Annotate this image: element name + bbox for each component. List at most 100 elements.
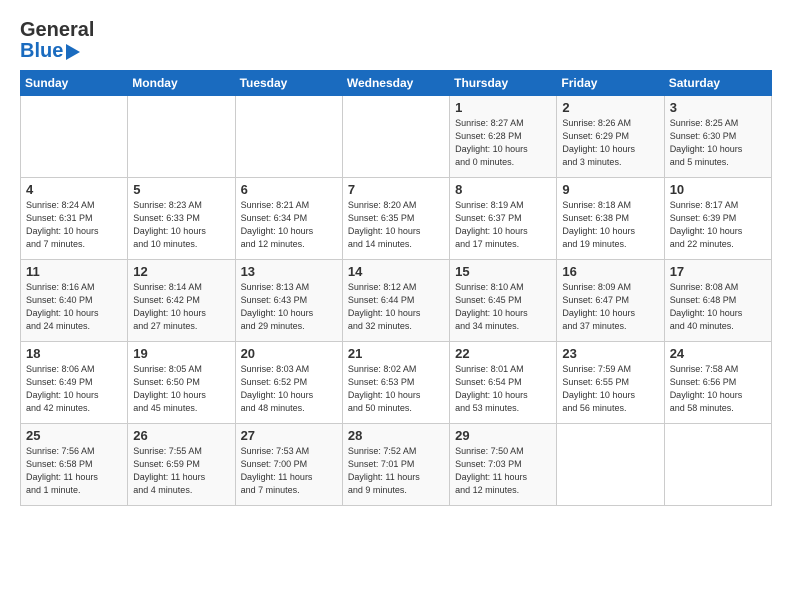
day-number: 20 xyxy=(241,346,337,361)
day-info: Sunrise: 8:01 AM Sunset: 6:54 PM Dayligh… xyxy=(455,363,551,415)
weekday-header-wednesday: Wednesday xyxy=(342,71,449,96)
weekday-header-monday: Monday xyxy=(128,71,235,96)
day-info: Sunrise: 8:23 AM Sunset: 6:33 PM Dayligh… xyxy=(133,199,229,251)
calendar-cell: 16Sunrise: 8:09 AM Sunset: 6:47 PM Dayli… xyxy=(557,260,664,342)
day-number: 28 xyxy=(348,428,444,443)
calendar-cell: 11 Sunrise: 8:16 AM Sunset: 6:40 PM Dayli… xyxy=(21,260,128,342)
calendar-week-1: 1 Sunrise: 8:27 AM Sunset: 6:28 PM Daylig… xyxy=(21,96,772,178)
day-info: Sunrise: 7:53 AM Sunset: 7:00 PM Dayligh… xyxy=(241,445,337,497)
calendar-week-4: 18Sunrise: 8:06 AM Sunset: 6:49 PM Dayli… xyxy=(21,342,772,424)
day-info: Sunrise: 8:05 AM Sunset: 6:50 PM Dayligh… xyxy=(133,363,229,415)
day-info: Sunrise: 7:56 AM Sunset: 6:58 PM Dayligh… xyxy=(26,445,122,497)
calendar-cell: 7 Sunrise: 8:20 AM Sunset: 6:35 PM Daylig… xyxy=(342,178,449,260)
calendar-cell: 13 Sunrise: 8:13 AM Sunset: 6:43 PM Dayli… xyxy=(235,260,342,342)
day-info: Sunrise: 8:20 AM Sunset: 6:35 PM Dayligh… xyxy=(348,199,444,251)
calendar-cell xyxy=(342,96,449,178)
day-number: 12 xyxy=(133,264,229,279)
calendar-cell: 9 Sunrise: 8:18 AM Sunset: 6:38 PM Daylig… xyxy=(557,178,664,260)
calendar-cell: 3 Sunrise: 8:25 AM Sunset: 6:30 PM Daylig… xyxy=(664,96,771,178)
logo-arrow-icon xyxy=(66,44,80,60)
weekday-header-friday: Friday xyxy=(557,71,664,96)
day-info: Sunrise: 8:14 AM Sunset: 6:42 PM Dayligh… xyxy=(133,281,229,333)
calendar-cell xyxy=(235,96,342,178)
day-info: Sunrise: 8:03 AM Sunset: 6:52 PM Dayligh… xyxy=(241,363,337,415)
day-number: 4 xyxy=(26,182,122,197)
day-info: Sunrise: 8:13 AM Sunset: 6:43 PM Dayligh… xyxy=(241,281,337,333)
calendar-cell: 25 Sunrise: 7:56 AM Sunset: 6:58 PM Dayli… xyxy=(21,424,128,506)
calendar-cell: 23 Sunrise: 7:59 AM Sunset: 6:55 PM Dayli… xyxy=(557,342,664,424)
day-info: Sunrise: 7:55 AM Sunset: 6:59 PM Dayligh… xyxy=(133,445,229,497)
calendar-week-5: 25 Sunrise: 7:56 AM Sunset: 6:58 PM Dayli… xyxy=(21,424,772,506)
calendar-cell: 21Sunrise: 8:02 AM Sunset: 6:53 PM Dayli… xyxy=(342,342,449,424)
day-number: 3 xyxy=(670,100,766,115)
day-number: 1 xyxy=(455,100,551,115)
day-info: Sunrise: 8:06 AM Sunset: 6:49 PM Dayligh… xyxy=(26,363,122,415)
weekday-header-row: SundayMondayTuesdayWednesdayThursdayFrid… xyxy=(21,71,772,96)
page: General Blue SundayMondayTuesdayWednesda… xyxy=(0,0,792,516)
day-number: 16 xyxy=(562,264,658,279)
header: General Blue xyxy=(20,16,772,62)
calendar-cell: 2 Sunrise: 8:26 AM Sunset: 6:29 PM Daylig… xyxy=(557,96,664,178)
day-info: Sunrise: 8:19 AM Sunset: 6:37 PM Dayligh… xyxy=(455,199,551,251)
weekday-header-tuesday: Tuesday xyxy=(235,71,342,96)
calendar-cell xyxy=(664,424,771,506)
calendar-cell: 4Sunrise: 8:24 AM Sunset: 6:31 PM Daylig… xyxy=(21,178,128,260)
calendar-cell: 24Sunrise: 7:58 AM Sunset: 6:56 PM Dayli… xyxy=(664,342,771,424)
day-number: 5 xyxy=(133,182,229,197)
calendar-table: SundayMondayTuesdayWednesdayThursdayFrid… xyxy=(20,70,772,506)
calendar-cell: 26 Sunrise: 7:55 AM Sunset: 6:59 PM Dayli… xyxy=(128,424,235,506)
day-number: 13 xyxy=(241,264,337,279)
day-number: 22 xyxy=(455,346,551,361)
day-number: 15 xyxy=(455,264,551,279)
calendar-cell: 12 Sunrise: 8:14 AM Sunset: 6:42 PM Dayli… xyxy=(128,260,235,342)
day-number: 29 xyxy=(455,428,551,443)
calendar-cell: 10Sunrise: 8:17 AM Sunset: 6:39 PM Dayli… xyxy=(664,178,771,260)
weekday-header-thursday: Thursday xyxy=(450,71,557,96)
day-number: 23 xyxy=(562,346,658,361)
calendar-cell: 5 Sunrise: 8:23 AM Sunset: 6:33 PM Daylig… xyxy=(128,178,235,260)
calendar-cell: 6 Sunrise: 8:21 AM Sunset: 6:34 PM Daylig… xyxy=(235,178,342,260)
day-number: 17 xyxy=(670,264,766,279)
day-number: 8 xyxy=(455,182,551,197)
calendar-cell: 15Sunrise: 8:10 AM Sunset: 6:45 PM Dayli… xyxy=(450,260,557,342)
day-number: 19 xyxy=(133,346,229,361)
day-number: 26 xyxy=(133,428,229,443)
day-info: Sunrise: 8:08 AM Sunset: 6:48 PM Dayligh… xyxy=(670,281,766,333)
day-number: 25 xyxy=(26,428,122,443)
day-info: Sunrise: 8:02 AM Sunset: 6:53 PM Dayligh… xyxy=(348,363,444,415)
calendar-cell: 19 Sunrise: 8:05 AM Sunset: 6:50 PM Dayli… xyxy=(128,342,235,424)
calendar-cell: 20 Sunrise: 8:03 AM Sunset: 6:52 PM Dayli… xyxy=(235,342,342,424)
day-number: 6 xyxy=(241,182,337,197)
day-info: Sunrise: 8:26 AM Sunset: 6:29 PM Dayligh… xyxy=(562,117,658,169)
day-info: Sunrise: 8:21 AM Sunset: 6:34 PM Dayligh… xyxy=(241,199,337,251)
day-info: Sunrise: 8:18 AM Sunset: 6:38 PM Dayligh… xyxy=(562,199,658,251)
logo-general: General xyxy=(20,19,94,41)
day-info: Sunrise: 7:59 AM Sunset: 6:55 PM Dayligh… xyxy=(562,363,658,415)
calendar-week-2: 4Sunrise: 8:24 AM Sunset: 6:31 PM Daylig… xyxy=(21,178,772,260)
day-number: 27 xyxy=(241,428,337,443)
logo: General Blue xyxy=(20,20,94,62)
day-number: 24 xyxy=(670,346,766,361)
calendar-cell: 29Sunrise: 7:50 AM Sunset: 7:03 PM Dayli… xyxy=(450,424,557,506)
calendar-cell: 17 Sunrise: 8:08 AM Sunset: 6:48 PM Dayli… xyxy=(664,260,771,342)
day-info: Sunrise: 8:25 AM Sunset: 6:30 PM Dayligh… xyxy=(670,117,766,169)
day-number: 2 xyxy=(562,100,658,115)
day-number: 10 xyxy=(670,182,766,197)
logo-blue: Blue xyxy=(20,41,63,62)
calendar-cell xyxy=(128,96,235,178)
day-number: 9 xyxy=(562,182,658,197)
weekday-header-sunday: Sunday xyxy=(21,71,128,96)
calendar-week-3: 11 Sunrise: 8:16 AM Sunset: 6:40 PM Dayli… xyxy=(21,260,772,342)
calendar-cell: 27 Sunrise: 7:53 AM Sunset: 7:00 PM Dayli… xyxy=(235,424,342,506)
calendar-cell xyxy=(21,96,128,178)
calendar-cell: 14Sunrise: 8:12 AM Sunset: 6:44 PM Dayli… xyxy=(342,260,449,342)
calendar-cell: 28 Sunrise: 7:52 AM Sunset: 7:01 PM Dayli… xyxy=(342,424,449,506)
day-info: Sunrise: 8:12 AM Sunset: 6:44 PM Dayligh… xyxy=(348,281,444,333)
day-number: 11 xyxy=(26,264,122,279)
weekday-header-saturday: Saturday xyxy=(664,71,771,96)
calendar-cell: 22 Sunrise: 8:01 AM Sunset: 6:54 PM Dayli… xyxy=(450,342,557,424)
day-info: Sunrise: 7:52 AM Sunset: 7:01 PM Dayligh… xyxy=(348,445,444,497)
day-info: Sunrise: 8:27 AM Sunset: 6:28 PM Dayligh… xyxy=(455,117,551,169)
day-number: 7 xyxy=(348,182,444,197)
day-info: Sunrise: 8:16 AM Sunset: 6:40 PM Dayligh… xyxy=(26,281,122,333)
